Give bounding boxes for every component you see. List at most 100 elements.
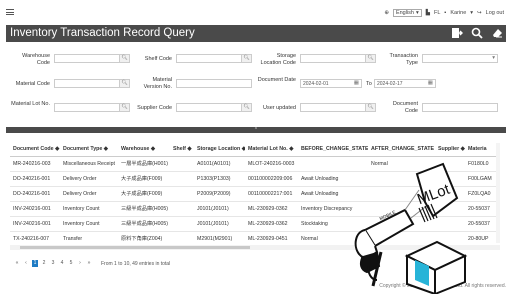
supplier-code-input[interactable]: 🔍︎ (176, 103, 252, 112)
table-header-row: Document Code ◆ Document Type ◆ Warehous… (10, 143, 500, 157)
first-page-button[interactable]: « (14, 260, 20, 267)
material-version-no-input[interactable] (176, 79, 252, 88)
user-updated-input[interactable]: 🔍︎ (300, 103, 376, 112)
page-button[interactable]: 1 (32, 260, 38, 267)
search-icon[interactable]: 🔍︎ (365, 55, 375, 62)
collapse-toggle[interactable]: ⌃ (6, 127, 506, 133)
last-page-button[interactable]: » (86, 260, 92, 267)
table-cell: MLOT-240216-0003 (245, 156, 298, 172)
material-lot-no-input[interactable]: 🔍︎ (54, 103, 130, 112)
shelf-code-label: Shelf Code (144, 56, 172, 62)
user-updated-label: User updated (262, 105, 296, 111)
table-cell (170, 216, 194, 232)
search-icon[interactable]: 🔍︎ (241, 55, 251, 62)
search-icon[interactable]: 🔍︎ (119, 80, 129, 87)
user-chevron-icon: ▾ (470, 10, 474, 16)
top-right-controls: ⊕ English ▾ ▙ FL ▪ Karine ▾ ↪ Log out (384, 9, 504, 17)
page-title: Inventory Transaction Record Query (10, 27, 195, 39)
table-cell: 001100002209:006 (245, 171, 298, 187)
storage-location-code-label: Storage Location Code (260, 53, 296, 66)
column-header[interactable]: Warehouse ◆ (118, 143, 170, 157)
date-to-value: 2024-02-17 (377, 81, 403, 87)
next-page-button[interactable]: › (77, 260, 83, 267)
chevron-down-icon: ▾ (415, 10, 419, 16)
table-cell: 三級半成品庫(H005) (118, 201, 170, 217)
calendar-icon[interactable]: ▦ (428, 80, 433, 86)
column-header[interactable]: BEFORE_CHANGE_STATE ◆ (298, 143, 368, 157)
date-from-input[interactable]: 2024-02-01 ▦ (300, 79, 362, 88)
calendar-icon[interactable]: ▦ (354, 80, 359, 86)
chevron-up-icon: ⌃ (253, 127, 259, 133)
table-cell: ML-230929-0362 (245, 201, 298, 217)
table-cell: Delivery Order (60, 186, 118, 202)
search-icon[interactable]: 🔍︎ (241, 104, 251, 111)
transaction-type-select[interactable]: ▾ (422, 54, 498, 63)
table-cell: 001100002217:001 (245, 186, 298, 202)
table-cell: DO-240216-001 (10, 171, 60, 187)
search-icon[interactable]: 🔍︎ (119, 104, 129, 111)
column-header[interactable]: Storage Location ◆ (194, 143, 245, 157)
table-cell: TX-240216-007 (10, 231, 60, 243)
table-cell: 大子成品庫(F009) (118, 171, 170, 187)
column-header[interactable]: Document Code ◆ (10, 143, 60, 157)
table-cell: Inventory Count (60, 201, 118, 217)
storage-location-code-input[interactable]: 🔍︎ (300, 54, 376, 63)
table-cell (170, 231, 194, 243)
scanner-illustration: MLot MOBILE (345, 160, 475, 296)
logout-link[interactable]: Log out (486, 10, 504, 16)
column-header[interactable]: Material Lot No. ◆ (245, 143, 298, 157)
column-header[interactable]: Materia (465, 143, 500, 157)
material-code-input[interactable]: 🔍︎ (54, 79, 130, 88)
table-cell: ML-230929-0362 (245, 216, 298, 232)
prev-page-button[interactable]: ‹ (23, 260, 29, 267)
language-select[interactable]: English ▾ (392, 9, 422, 17)
table-cell (170, 201, 194, 217)
column-header[interactable]: Shelf ◆ (170, 143, 194, 157)
column-header[interactable]: AFTER_CHANGE_STATE ◆ (368, 143, 435, 157)
logout-icon: ↪ (477, 10, 482, 16)
page-button[interactable]: 4 (59, 260, 65, 267)
table-cell: Inventory Count (60, 216, 118, 232)
title-bar: Inventory Transaction Record Query (6, 25, 506, 42)
building-icon: ▙ (425, 10, 430, 16)
table-cell (170, 186, 194, 202)
pager-info: From 1 to 10, 49 entries in total (101, 260, 171, 267)
table-cell: A0101(A0101) (194, 156, 245, 172)
column-header[interactable]: Supplier ◆ (435, 143, 465, 157)
eraser-icon[interactable] (490, 27, 503, 40)
lot-tag-icon: MLot MOBILE (379, 162, 459, 223)
material-code-label: Material Code (15, 81, 50, 87)
page-button[interactable]: 3 (50, 260, 56, 267)
material-lot-no-label: Material Lot No. (11, 101, 50, 107)
table-cell: Transfer (60, 231, 118, 243)
search-icon[interactable] (470, 27, 483, 40)
column-header[interactable]: Document Type ◆ (60, 143, 118, 157)
export-icon[interactable] (450, 27, 463, 40)
table-cell: 三級半成品庫(H005) (118, 216, 170, 232)
table-cell: M2901(M2901) (194, 231, 245, 243)
table-cell: INV-240216-001 (10, 216, 60, 232)
page-button[interactable]: 5 (68, 260, 74, 267)
search-icon[interactable]: 🔍︎ (365, 104, 375, 111)
table-cell: J0101(J0101) (194, 201, 245, 217)
language-value: English (395, 10, 414, 16)
transaction-type-label: Transaction Type (389, 53, 418, 66)
warehouse-code-label: Warehouse Code (22, 53, 50, 66)
page-button[interactable]: 2 (41, 260, 47, 267)
table-cell: P2009(P2009) (194, 186, 245, 202)
table-cell: 大子成品庫(F009) (118, 186, 170, 202)
scrollbar-thumb[interactable] (20, 246, 250, 249)
shelf-code-input[interactable]: 🔍︎ (176, 54, 252, 63)
user-name[interactable]: Karine (450, 10, 466, 16)
search-icon[interactable]: 🔍︎ (119, 55, 129, 62)
table-cell: Delivery Order (60, 171, 118, 187)
table-cell: 一層半成品庫(H001) (118, 156, 170, 172)
query-form: Warehouse Code 🔍︎ Shelf Code 🔍︎ Storage … (6, 46, 506, 124)
vertical-scrollbar[interactable] (496, 143, 500, 243)
table-cell: INV-240216-001 (10, 201, 60, 217)
document-code-input[interactable] (422, 103, 498, 112)
warehouse-code-input[interactable]: 🔍︎ (54, 54, 130, 63)
menu-icon[interactable] (6, 9, 14, 15)
date-to-input[interactable]: 2024-02-17 ▦ (374, 79, 436, 88)
table-cell: Miscellaneous Receipt (60, 156, 118, 172)
